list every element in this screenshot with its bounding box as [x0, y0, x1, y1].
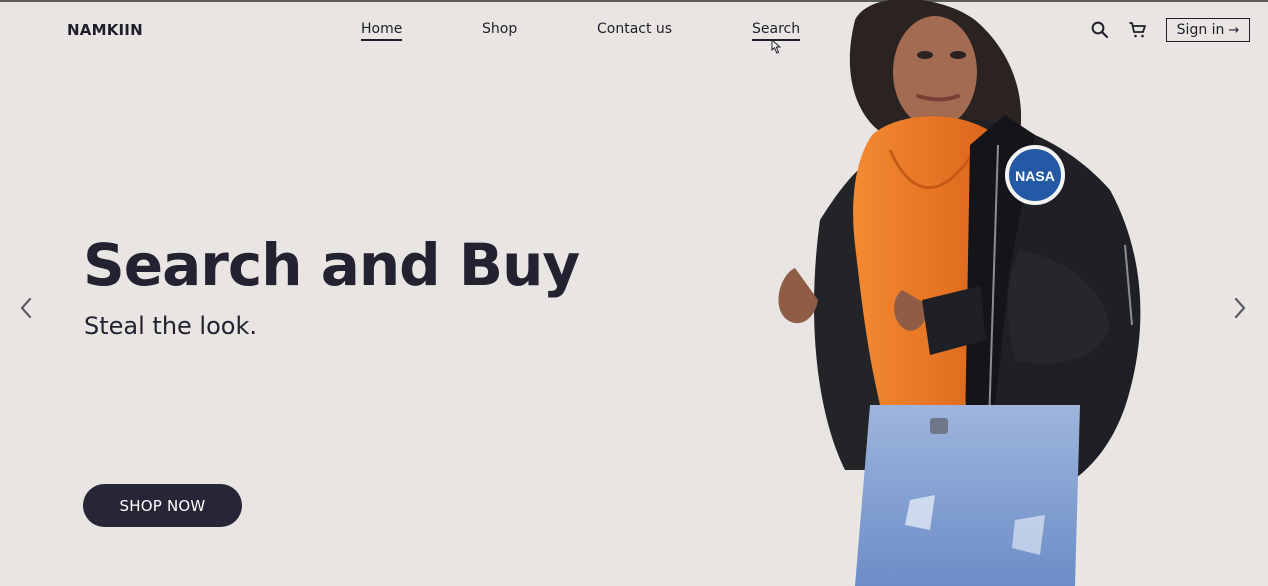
hero-title: Search and Buy: [83, 231, 580, 299]
shop-now-button[interactable]: SHOP NOW: [83, 484, 242, 527]
nav-home[interactable]: Home: [361, 21, 403, 41]
svg-text:NASA: NASA: [1015, 168, 1055, 184]
hero-subtitle: Steal the look.: [84, 312, 257, 340]
sign-in-label: Sign in: [1176, 22, 1225, 38]
page-background: NAMKIIN Home Shop Contact us Search Sign…: [0, 0, 1268, 586]
sign-in-button[interactable]: Sign in →: [1166, 18, 1250, 42]
chevron-right-icon[interactable]: [1229, 296, 1249, 320]
nav-contact-us[interactable]: Contact us: [597, 21, 672, 37]
arrow-right-icon: →: [1228, 22, 1240, 38]
chevron-left-icon[interactable]: [17, 296, 37, 320]
brand-logo[interactable]: NAMKIIN: [67, 21, 143, 39]
hero-model-image: NASA: [778, 0, 1141, 586]
nav-shop[interactable]: Shop: [482, 21, 517, 37]
